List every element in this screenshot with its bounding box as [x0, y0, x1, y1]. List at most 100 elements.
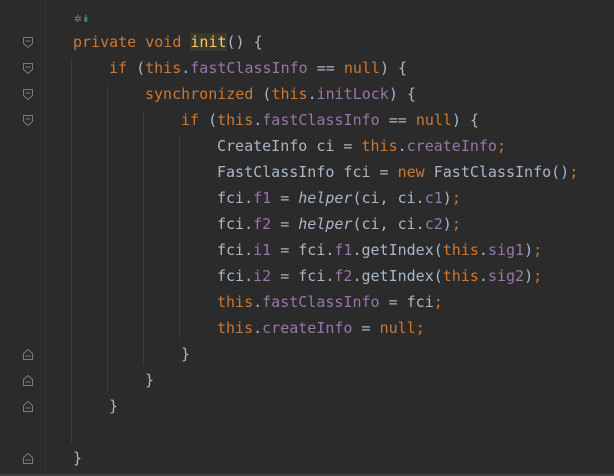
code-vision-hint[interactable]: ✲↡ [74, 11, 90, 29]
code-token: fastClassInfo [262, 111, 380, 129]
code-token: CreateInfo ci = [217, 137, 362, 155]
code-token: null [343, 59, 380, 77]
fold-end-icon[interactable] [23, 453, 33, 464]
code-line[interactable]: this.createInfo = null; [217, 315, 425, 341]
code-token: } [73, 449, 83, 467]
code-token: c1 [424, 189, 443, 207]
code-token: = [271, 189, 299, 207]
code-token: i2 [253, 267, 272, 285]
code-token: ) [442, 215, 452, 233]
code-token: } [109, 397, 119, 415]
code-token: this [442, 267, 479, 285]
code-token: helper [298, 189, 353, 207]
code-token: ; [451, 215, 461, 233]
code-token: null [415, 111, 452, 129]
indent-guide [143, 111, 144, 365]
code-token: fci. [217, 241, 254, 259]
code-token: . [307, 85, 317, 103]
code-token: ( [136, 59, 146, 77]
code-editor[interactable]: ✲↡ private void init() {if (this.fastCla… [46, 0, 614, 476]
code-token: ) { [451, 111, 480, 129]
code-token: ; [415, 319, 425, 337]
code-token: if [181, 111, 209, 129]
fold-collapse-icon[interactable] [23, 63, 33, 74]
code-token: f2 [334, 267, 353, 285]
code-token: } [181, 345, 191, 363]
fold-end-icon[interactable] [23, 375, 33, 386]
code-token: == [379, 111, 416, 129]
code-token: ) [524, 267, 534, 285]
fold-end-icon[interactable] [23, 349, 33, 360]
code-token: ) { [379, 59, 408, 77]
code-vision-icon: ✲ [74, 11, 82, 26]
code-token: if [109, 59, 137, 77]
code-line[interactable]: if (this.fastClassInfo == null) { [181, 107, 479, 133]
code-token: = fci. [271, 241, 335, 259]
code-token: (ci, ci. [352, 189, 425, 207]
code-line[interactable]: fci.i2 = fci.f2.getIndex(this.sig2); [217, 263, 542, 289]
fold-collapse-icon[interactable] [23, 115, 33, 126]
code-line[interactable]: fci.i1 = fci.f1.getIndex(this.sig1); [217, 237, 542, 263]
code-token: this [145, 59, 182, 77]
indent-guide [71, 59, 72, 443]
code-line[interactable]: } [109, 393, 118, 419]
code-token: .getIndex( [352, 241, 443, 259]
code-token: initLock [316, 85, 389, 103]
code-token: FastClassInfo fci = [217, 163, 398, 181]
code-token: f1 [253, 189, 272, 207]
code-token: this [361, 137, 398, 155]
indent-guide [107, 85, 108, 391]
code-line[interactable]: } [181, 341, 190, 367]
code-token: ) [524, 241, 534, 259]
indent-guide [179, 137, 180, 339]
code-token: sig1 [487, 241, 525, 259]
code-line[interactable]: synchronized (this.initLock) { [145, 81, 416, 107]
code-token: FastClassInfo() [433, 163, 570, 181]
code-token: this [271, 85, 308, 103]
code-line[interactable]: FastClassInfo fci = new FastClassInfo(); [217, 159, 578, 185]
code-token: ; [533, 241, 543, 259]
code-token: = [271, 215, 299, 233]
code-line[interactable]: private void init() { [73, 29, 263, 55]
code-line[interactable]: fci.f2 = helper(ci, ci.c2); [217, 211, 461, 237]
code-token: i1 [253, 241, 272, 259]
code-token: fastClassInfo [262, 293, 380, 311]
code-line[interactable]: } [73, 445, 82, 471]
code-line[interactable]: CreateInfo ci = this.createInfo; [217, 133, 506, 159]
code-line[interactable]: } [145, 367, 154, 393]
code-token: . [478, 241, 488, 259]
fold-collapse-icon[interactable] [23, 37, 33, 48]
fold-collapse-icon[interactable] [23, 89, 33, 100]
code-token: ; [569, 163, 579, 181]
code-token: . [253, 111, 263, 129]
code-token: . [478, 267, 488, 285]
code-token: new [397, 163, 434, 181]
code-token: . [397, 137, 407, 155]
code-line[interactable]: this.fastClassInfo = fci; [217, 289, 443, 315]
code-token: fci. [217, 189, 254, 207]
code-token: init [190, 33, 227, 51]
code-token: .getIndex( [352, 267, 443, 285]
code-token: . [181, 59, 191, 77]
code-token: synchronized [145, 85, 263, 103]
code-token: ( [208, 111, 218, 129]
fold-end-icon[interactable] [23, 401, 33, 412]
code-token: null [379, 319, 416, 337]
code-token: void [145, 33, 191, 51]
code-token: . [253, 319, 263, 337]
code-token: ; [433, 293, 443, 311]
code-token: createInfo [406, 137, 497, 155]
code-token: = fci [379, 293, 434, 311]
code-token: ; [533, 267, 543, 285]
code-token: c2 [424, 215, 443, 233]
code-token: ) [442, 189, 452, 207]
code-token: . [253, 293, 263, 311]
code-token: () { [226, 33, 263, 51]
code-token: helper [298, 215, 353, 233]
code-token: this [217, 293, 254, 311]
code-line[interactable]: fci.f1 = helper(ci, ci.c1); [217, 185, 461, 211]
code-line[interactable]: if (this.fastClassInfo == null) { [109, 55, 407, 81]
code-token: f1 [334, 241, 353, 259]
code-token: fci. [217, 267, 254, 285]
code-token: private [73, 33, 146, 51]
